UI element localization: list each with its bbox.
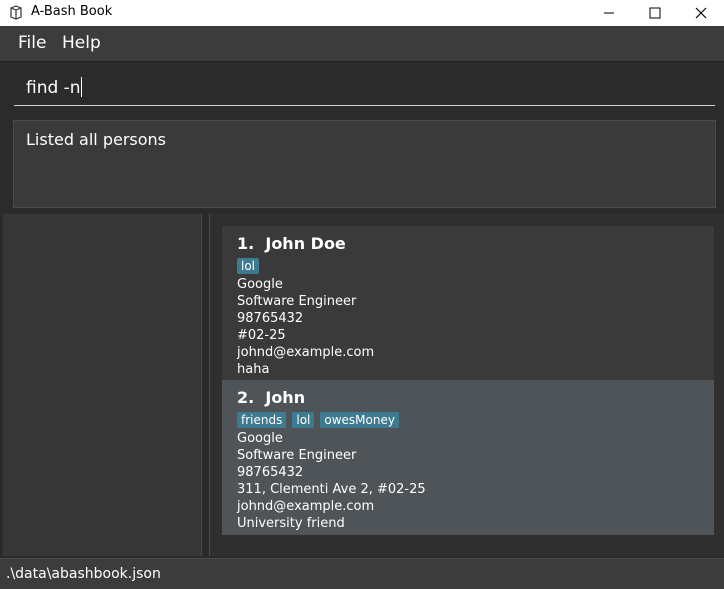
person-name: John Doe bbox=[265, 234, 346, 253]
person-list[interactable]: 1. John Doe lol Google Software Engineer… bbox=[210, 214, 724, 556]
person-phone: 98765432 bbox=[237, 311, 304, 326]
status-bar: .\data\abashbook.json bbox=[0, 558, 724, 589]
maximize-button[interactable] bbox=[632, 0, 678, 26]
split-pane-divider[interactable] bbox=[201, 214, 210, 556]
minimize-icon bbox=[604, 12, 614, 14]
person-address: #02-25 bbox=[237, 328, 286, 343]
app-icon bbox=[10, 5, 22, 20]
maximize-icon bbox=[649, 7, 661, 19]
person-card[interactable]: 1. John Doe lol Google Software Engineer… bbox=[222, 226, 714, 380]
person-card-selected[interactable]: 2. John friends lol owesMoney Google Sof… bbox=[222, 380, 714, 535]
menu-help[interactable]: Help bbox=[62, 33, 101, 53]
person-address: 311, Clementi Ave 2, #02-25 bbox=[237, 482, 426, 497]
minimize-button[interactable] bbox=[586, 0, 632, 26]
save-file-path: .\data\abashbook.json bbox=[6, 566, 161, 582]
command-text: find -n bbox=[26, 78, 81, 98]
tag-list: lol bbox=[237, 258, 699, 274]
result-message: Listed all persons bbox=[26, 130, 167, 149]
tag: lol bbox=[237, 258, 260, 274]
person-name-line: 2. John bbox=[237, 388, 699, 408]
window-title: A-Bash Book bbox=[31, 4, 113, 19]
person-email: johnd@example.com bbox=[237, 345, 375, 360]
person-index: 2. bbox=[237, 388, 255, 407]
person-remark: University friend bbox=[237, 516, 345, 531]
person-company: Google bbox=[237, 277, 283, 292]
person-role: Software Engineer bbox=[237, 448, 357, 463]
tag: owesMoney bbox=[320, 412, 399, 428]
tag: friends bbox=[237, 412, 287, 428]
menu-file[interactable]: File bbox=[18, 33, 46, 53]
result-display: Listed all persons bbox=[13, 120, 716, 208]
window-titlebar: A-Bash Book bbox=[0, 0, 724, 26]
person-name: John bbox=[265, 388, 306, 407]
tag-list: friends lol owesMoney bbox=[237, 412, 699, 428]
menu-bar: File Help bbox=[0, 26, 724, 61]
person-role: Software Engineer bbox=[237, 294, 357, 309]
command-input[interactable]: find -n bbox=[26, 76, 82, 100]
command-underline bbox=[14, 105, 715, 106]
person-index: 1. bbox=[237, 234, 255, 253]
person-company: Google bbox=[237, 431, 283, 446]
person-phone: 98765432 bbox=[237, 465, 304, 480]
close-icon bbox=[695, 7, 707, 19]
text-caret bbox=[80, 77, 82, 97]
person-name-line: 1. John Doe bbox=[237, 234, 699, 254]
person-email: johnd@example.com bbox=[237, 499, 375, 514]
close-button[interactable] bbox=[678, 0, 724, 26]
tag: lol bbox=[292, 412, 315, 428]
person-remark: haha bbox=[237, 362, 270, 377]
left-panel bbox=[3, 214, 201, 556]
command-box: find -n bbox=[0, 61, 724, 112]
